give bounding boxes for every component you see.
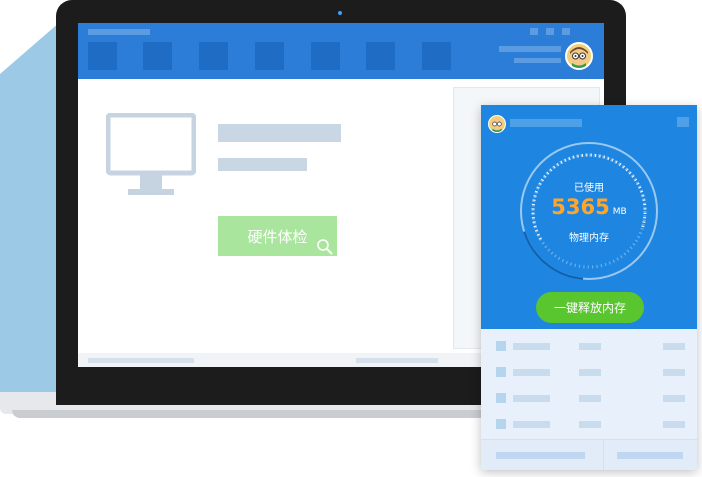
release-memory-button[interactable]: 一键释放内存	[536, 292, 644, 323]
gauge-sublabel: 物理内存	[569, 233, 609, 244]
device-info-placeholder	[218, 158, 307, 171]
process-action	[663, 369, 685, 376]
process-memory	[579, 343, 601, 350]
process-name	[513, 421, 550, 428]
list-item[interactable]	[481, 359, 697, 385]
process-icon	[496, 341, 506, 351]
list-item[interactable]	[481, 333, 697, 359]
popup-top: 已使用 5365 MB 物理内存 一键释放内存	[481, 105, 697, 329]
memory-used-number: 5365	[551, 195, 610, 219]
nav-tab-5[interactable]	[311, 42, 340, 70]
search-icon	[317, 239, 333, 255]
app-title-placeholder	[88, 29, 150, 35]
popup-title-placeholder	[510, 119, 582, 127]
nav-tab-7[interactable]	[422, 42, 451, 70]
user-name-placeholder	[499, 46, 561, 52]
list-item[interactable]	[481, 411, 697, 437]
device-name-placeholder	[218, 124, 341, 142]
process-list	[481, 329, 697, 439]
avatar-face-icon	[491, 118, 503, 132]
memory-popup: 已使用 5365 MB 物理内存 一键释放内存	[481, 105, 697, 470]
close-button[interactable]	[562, 28, 570, 35]
gauge-label: 已使用	[574, 183, 604, 194]
nav-tab-2[interactable]	[143, 42, 172, 70]
process-name	[513, 369, 550, 376]
process-action	[663, 421, 685, 428]
process-name	[513, 395, 550, 402]
monitor-icon	[106, 113, 196, 195]
process-action	[663, 343, 685, 350]
process-memory	[579, 369, 601, 376]
release-memory-label: 一键释放内存	[553, 301, 626, 315]
process-icon	[496, 393, 506, 403]
process-icon	[496, 367, 506, 377]
popup-avatar[interactable]	[488, 115, 506, 133]
hardware-checkup-button[interactable]: 硬件体检	[218, 216, 337, 256]
nav-tab-3[interactable]	[199, 42, 228, 70]
minimize-button[interactable]	[546, 28, 554, 35]
list-item[interactable]	[481, 385, 697, 411]
memory-used-value: 5365 MB	[481, 195, 697, 219]
footer-link-left[interactable]	[496, 452, 585, 459]
memory-unit: MB	[612, 207, 627, 217]
process-name	[513, 343, 550, 350]
popup-footer	[481, 439, 697, 470]
nav-tab-6[interactable]	[366, 42, 395, 70]
app-header	[78, 23, 604, 79]
avatar-face-icon	[570, 47, 588, 68]
popup-close-button[interactable]	[677, 117, 689, 127]
process-memory	[579, 421, 601, 428]
nav-tab-1[interactable]	[88, 42, 117, 70]
footer-divider	[603, 440, 604, 470]
process-action	[663, 395, 685, 402]
process-memory	[579, 395, 601, 402]
laptop-camera	[338, 11, 342, 15]
background-shade	[0, 22, 60, 394]
hardware-checkup-label: 硬件体检	[247, 227, 308, 246]
menu-button[interactable]	[530, 28, 538, 35]
user-level-placeholder	[514, 58, 561, 63]
footer-link-right[interactable]	[617, 452, 683, 459]
avatar[interactable]	[565, 42, 593, 70]
status-link-placeholder[interactable]	[356, 358, 438, 363]
nav-tab-4[interactable]	[255, 42, 284, 70]
process-icon	[496, 419, 506, 429]
status-text-placeholder	[88, 358, 194, 363]
